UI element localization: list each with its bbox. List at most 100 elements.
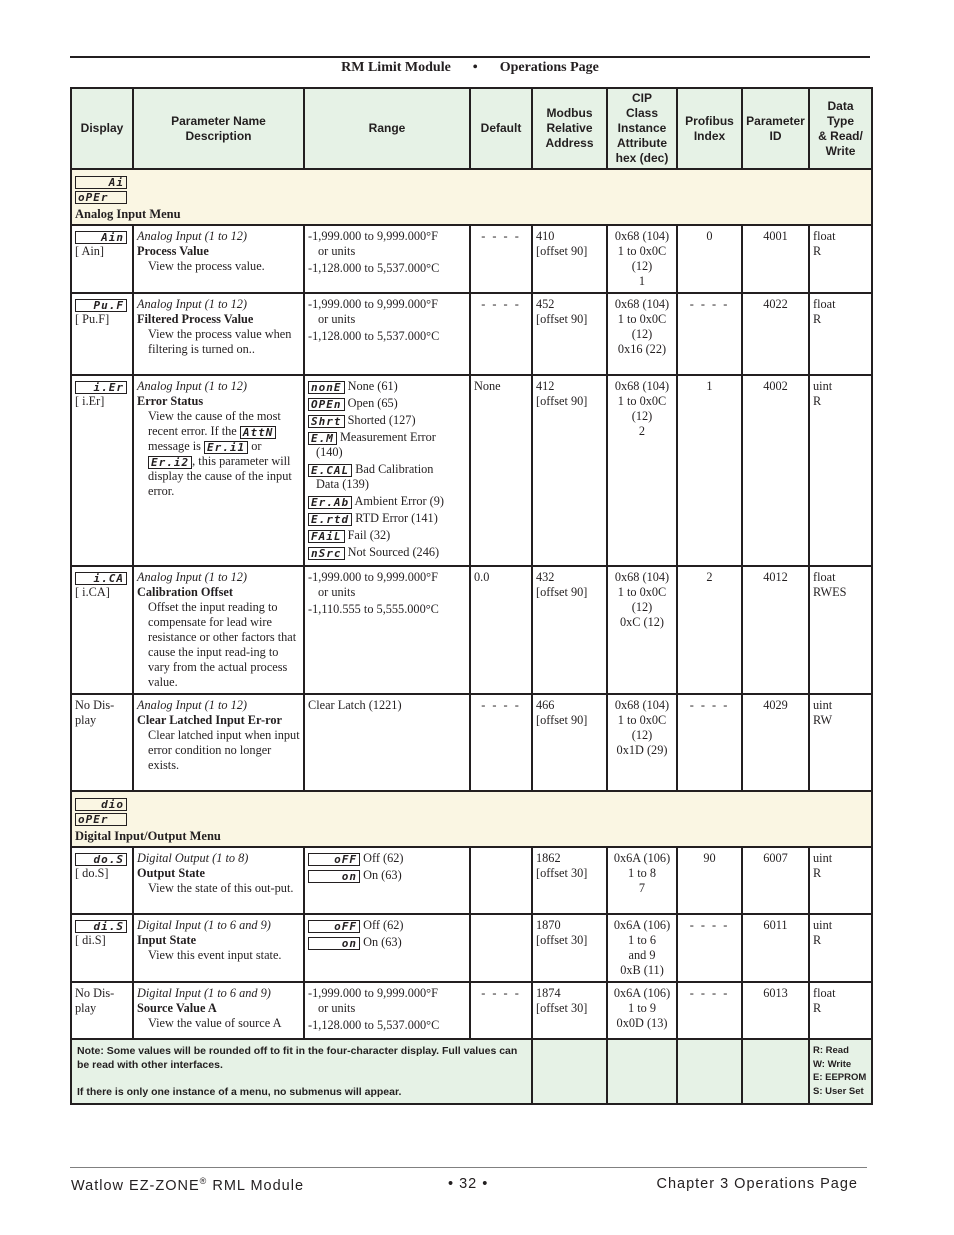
- lcd-display-icon: nSrc: [308, 546, 345, 560]
- parameter-name: Source Value A: [137, 1001, 217, 1015]
- modbus-cell: 466 [offset 90]: [531, 693, 608, 792]
- lcd-display-icon: on: [308, 869, 360, 883]
- cell-line: 0xC (12): [619, 615, 665, 629]
- display-cell: Ain[ Ain]: [70, 224, 134, 294]
- no-display-text: No Dis-play: [75, 986, 115, 1015]
- cell-line: 1874: [536, 986, 561, 1000]
- h: hex (dec): [615, 151, 669, 165]
- cell-line: uint: [813, 918, 833, 932]
- cell-line: 0x6A (106): [613, 918, 671, 932]
- lcd-display-icon: oPEr: [75, 812, 127, 826]
- cell-line: (12): [631, 259, 653, 273]
- parameter-name-cell: Digital Output (1 to 8) Output State View …: [132, 846, 305, 915]
- profibus-cell: 90: [676, 846, 743, 915]
- cell-line: 412: [536, 379, 555, 393]
- range-option: FAiL Fail (32): [308, 528, 466, 543]
- table-header-row: Display Parameter Name Description Range …: [70, 87, 873, 170]
- default-cell: - - - -: [469, 292, 533, 376]
- legend-item: W: Write: [813, 1058, 852, 1070]
- parameter-name: Input State: [137, 933, 197, 947]
- cell-line: [offset 30]: [536, 866, 588, 880]
- parameter-description: View the state of this out-put.: [148, 881, 294, 895]
- display-cell: Pu.F[ Pu.F]: [70, 292, 134, 376]
- cell-line: 410: [536, 229, 555, 243]
- cip-cell: 0x6A (106) 1 to 87: [606, 846, 678, 915]
- col-display: Display: [70, 87, 134, 170]
- lcd-display-icon: oFF: [308, 852, 360, 866]
- footer-chapter: Chapter 3 Operations Page: [656, 1176, 858, 1192]
- range-line: -1,128.000 to 5,537.000°C: [308, 1018, 440, 1032]
- data-type-cell: uint R: [808, 846, 873, 915]
- display-code: [ Pu.F]: [75, 312, 110, 326]
- cell-line: R: [813, 244, 822, 258]
- cell-line: 0x1D (29): [616, 743, 668, 757]
- profibus-cell: - - - -: [676, 981, 743, 1040]
- description-text: or: [248, 439, 262, 453]
- lcd-display-icon: oFF: [308, 919, 360, 933]
- parameter-name: Calibration Offset: [137, 585, 233, 599]
- cell-line: (12): [631, 327, 653, 341]
- option-label: Off (62): [363, 918, 404, 932]
- menu-header-cell: Ai oPEr Analog Input Menu: [70, 168, 873, 226]
- footer-left: Watlow EZ-ZONE® RML Module: [71, 1176, 304, 1194]
- cell-line: 2: [638, 424, 646, 438]
- range-cell: -1,999.000 to 9,999.000°F or units -1,128.…: [303, 224, 471, 294]
- description-text: message is: [148, 439, 205, 453]
- parameter-id-cell: 6011: [741, 913, 810, 983]
- h: Class: [625, 106, 659, 120]
- lcd-display-icon: E.rtd: [308, 512, 353, 526]
- module-title: RM Limit Module: [341, 60, 451, 75]
- data-type-legend: R: Read W: Write E: EEPROM S: User Set: [808, 1038, 873, 1105]
- h: ID: [769, 128, 782, 143]
- cip-cell: 0x68 (104) 1 to 0x0C (12) 0x1D (29): [606, 693, 678, 792]
- cell-line: 1: [638, 274, 646, 288]
- footer-product: Watlow EZ-ZONE: [71, 1177, 200, 1194]
- cell-line: 1 to 0x0C: [617, 244, 667, 258]
- parameter-name-cell: Analog Input (1 to 12) Clear Latched Inpu…: [132, 693, 305, 792]
- range-line: -1,128.000 to 5,537.000°C: [308, 261, 440, 275]
- lcd-display-icon: i.Er: [75, 380, 127, 394]
- h: Address: [545, 136, 594, 150]
- parameter-group: Digital Output (1 to 8): [137, 851, 249, 865]
- default-cell: 0.0: [469, 565, 533, 695]
- note-empty-cell: [606, 1038, 678, 1105]
- parameter-name-cell: Digital Input (1 to 6 and 9) Input State V…: [132, 913, 305, 983]
- option-label-cont: (140): [316, 445, 343, 459]
- range-line: -1,999.000 to 9,999.000°F: [308, 986, 438, 1000]
- cell-line: 0x68 (104): [614, 229, 670, 243]
- cell-line: 432: [536, 570, 555, 584]
- range-cell: oFF Off (62) on On (63): [303, 913, 471, 983]
- parameter-group: Digital Input (1 to 6 and 9): [137, 918, 271, 932]
- cip-cell: 0x6A (106) 1 to 9 0x0D (13): [606, 981, 678, 1040]
- cell-line: 0x68 (104): [614, 379, 670, 393]
- parameter-id-cell: 4001: [741, 224, 810, 294]
- data-type-cell: float R: [808, 981, 873, 1040]
- cell-line: [offset 90]: [536, 312, 588, 326]
- cell-line: 1 to 0x0C: [617, 585, 667, 599]
- profibus-cell: - - - -: [676, 693, 743, 792]
- note-cell: Note: Some values will be rounded off to…: [70, 1038, 533, 1105]
- table-row: No Dis-play Analog Input (1 to 12) Clear L…: [70, 693, 873, 792]
- default-cell: None: [469, 374, 533, 567]
- option-label: Fail (32): [347, 528, 391, 542]
- h: Instance: [617, 121, 667, 135]
- lcd-display-icon: nonE: [308, 380, 345, 394]
- range-line: Clear Latch (1221): [308, 698, 402, 712]
- range-line: or units: [318, 1001, 356, 1015]
- h: & Read/: [818, 128, 863, 143]
- range-cell: nonE None (61) OPEn Open (65) Shrt Shorted…: [303, 374, 471, 567]
- option-label: Not Sourced (246): [347, 545, 440, 559]
- cell-line: 7: [638, 881, 646, 895]
- display-cell: No Dis-play: [70, 981, 134, 1040]
- range-line: or units: [318, 312, 356, 326]
- h: Profibus: [685, 113, 734, 128]
- cell-line: RWES: [813, 585, 847, 599]
- cell-line: float: [813, 229, 836, 243]
- parameter-group: Analog Input (1 to 12): [137, 379, 247, 393]
- cell-line: [offset 90]: [536, 713, 588, 727]
- cell-line: R: [813, 312, 822, 326]
- footer-rule: [70, 1167, 867, 1168]
- parameter-id-cell: 6007: [741, 846, 810, 915]
- parameter-name-cell: Analog Input (1 to 12) Error Status View t…: [132, 374, 305, 567]
- lcd-display-icon: E.M: [308, 431, 337, 445]
